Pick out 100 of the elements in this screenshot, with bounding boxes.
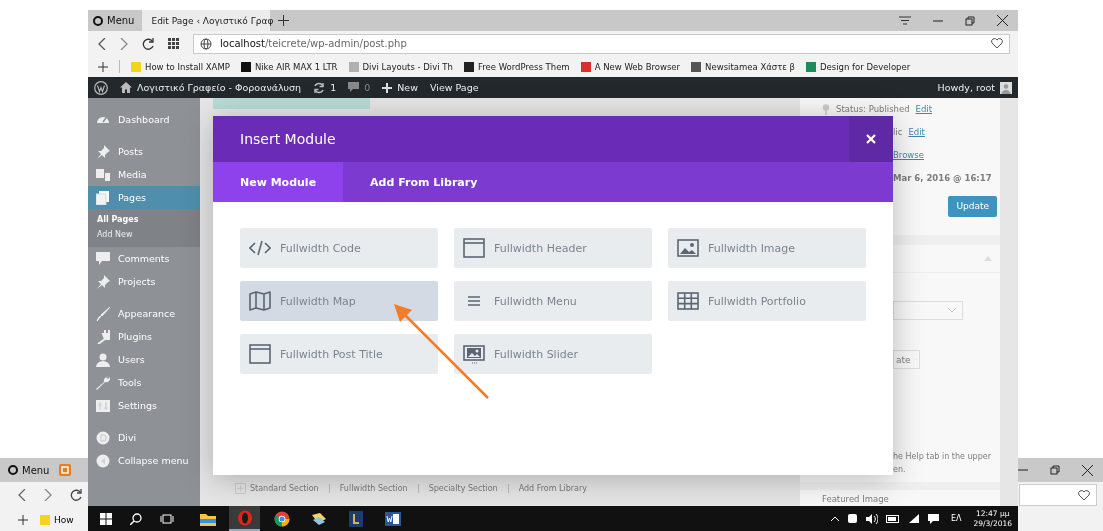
submenu-item[interactable]: Add New: [88, 227, 200, 242]
reload-icon[interactable]: [70, 489, 82, 501]
pushpin-icon: [96, 274, 110, 289]
tab-menu-icon[interactable]: [899, 16, 911, 25]
module-button[interactable]: Fullwidth Portfolio: [668, 281, 866, 321]
status-text: Status: Published: [836, 104, 910, 114]
sidebar-item[interactable]: Collapse menu: [88, 449, 200, 472]
chrome-icon: [273, 510, 290, 527]
submenu-item[interactable]: All Pages: [88, 212, 200, 227]
new-link[interactable]: New: [382, 82, 418, 93]
taskbar-app[interactable]: [229, 506, 260, 531]
bookmark[interactable]: Free WordPress Them: [463, 61, 570, 72]
bookmark[interactable]: Design for Developer: [806, 61, 911, 72]
bookmark[interactable]: Newsitamea Χάστε β: [691, 61, 796, 72]
dialog-tab[interactable]: New Module: [213, 162, 344, 202]
module-button[interactable]: Fullwidth Slider: [454, 334, 652, 374]
back-icon[interactable]: [98, 37, 106, 50]
account-link[interactable]: Howdy, root: [937, 81, 1012, 94]
close-button[interactable]: [849, 116, 893, 162]
game-icon: [347, 510, 364, 527]
bookmark[interactable]: How: [40, 514, 74, 525]
settings-icon: [96, 398, 110, 413]
module-button[interactable]: Fullwidth Code: [240, 228, 438, 268]
bookmark[interactable]: A New Web Browser: [580, 61, 681, 72]
url-text: localhost/teicrete/wp-admin/post.php: [220, 38, 407, 49]
edit-link[interactable]: Edit: [908, 126, 925, 137]
section-link[interactable]: Add From Library: [507, 484, 597, 493]
plus-icon[interactable]: [98, 61, 108, 72]
forward-icon[interactable]: [120, 37, 128, 50]
module-button[interactable]: Fullwidth Header: [454, 228, 652, 268]
wifi-icon[interactable]: [908, 513, 920, 524]
sidebar-item[interactable]: Pages: [88, 186, 200, 209]
section-link[interactable]: Fullwidth Section: [328, 484, 418, 493]
view-page-link[interactable]: View Page: [429, 82, 479, 93]
pages-icon: [96, 190, 110, 205]
restore-icon[interactable]: [965, 15, 975, 26]
dialog-tab[interactable]: Add From Library: [343, 162, 505, 202]
sidebar-item[interactable]: Settings: [88, 394, 200, 417]
bookmark[interactable]: How to Install XAMP: [131, 61, 230, 72]
sidebar-item[interactable]: Projects: [88, 270, 200, 293]
new-tab-icon[interactable]: [278, 15, 290, 26]
edit-link[interactable]: Edit: [915, 104, 933, 114]
updates-link[interactable]: 1: [313, 81, 337, 94]
back-icon[interactable]: [18, 489, 26, 501]
language-indicator[interactable]: ΕΛ: [947, 514, 966, 523]
reload-icon[interactable]: [142, 37, 154, 50]
sidebar-item[interactable]: Users: [88, 348, 200, 371]
sidebar-item[interactable]: Posts: [88, 140, 200, 163]
sidebar-item[interactable]: Comments: [88, 247, 200, 270]
task-view-icon[interactable]: [160, 513, 174, 524]
dialog-title: Insert Module: [239, 131, 336, 147]
code-icon: [249, 238, 271, 258]
browser-tab[interactable]: Edit Page ‹ Λογιστικό Γραφ: [142, 10, 271, 31]
template-dropdown[interactable]: ate: [893, 350, 920, 369]
sidebar-item[interactable]: Tools: [88, 371, 200, 394]
address-field[interactable]: [1019, 484, 1097, 506]
forward-icon[interactable]: [44, 489, 52, 501]
sidebar-item[interactable]: Media: [88, 163, 200, 186]
browse-link[interactable]: Browse: [893, 149, 924, 160]
restore-icon[interactable]: [1050, 465, 1060, 475]
update-button[interactable]: Update: [948, 195, 997, 217]
sidebar-item[interactable]: Dashboard: [88, 108, 200, 131]
speaker-icon[interactable]: [866, 513, 878, 524]
heart-icon[interactable]: [991, 38, 1003, 49]
media-icon: [96, 167, 110, 182]
battery-icon[interactable]: [886, 514, 900, 523]
section-link[interactable]: Standard Section: [250, 484, 329, 493]
search-icon[interactable]: [130, 512, 142, 525]
publish-date: Mar 6, 2016 @ 16:17: [893, 172, 992, 183]
menu-button[interactable]: Menu: [93, 15, 135, 26]
module-button[interactable]: Fullwidth Image: [668, 228, 866, 268]
close-icon[interactable]: [997, 15, 1008, 26]
bookmark[interactable]: Divi Layouts - Divi Th: [348, 61, 453, 72]
plus-icon[interactable]: [18, 514, 28, 525]
app-tray-icon[interactable]: [847, 513, 858, 524]
add-section-icon: [235, 483, 246, 494]
section-link[interactable]: Specialty Section: [417, 484, 508, 493]
heart-icon[interactable]: [1078, 489, 1090, 501]
bookmark[interactable]: Nike AIR MAX 1 LTR: [240, 61, 338, 72]
sidebar-item[interactable]: Divi: [88, 426, 200, 449]
module-button[interactable]: Fullwidth Menu: [454, 281, 652, 321]
module-button[interactable]: Fullwidth Post Title: [240, 334, 438, 374]
chevron-up-icon[interactable]: [831, 516, 839, 521]
notifications-icon[interactable]: [928, 513, 939, 524]
brush-icon: [96, 306, 110, 321]
window-icon: [249, 344, 271, 364]
sidebar-item[interactable]: Appearance: [88, 302, 200, 325]
plus-icon: [382, 82, 393, 93]
pin-icon: [822, 103, 830, 115]
module-button[interactable]: Fullwidth Map: [240, 281, 438, 321]
windows-start-icon[interactable]: [100, 512, 112, 525]
address-field[interactable]: localhost/teicrete/wp-admin/post.php: [193, 33, 1010, 54]
sidebar-item[interactable]: Plugins: [88, 325, 200, 348]
comments-link[interactable]: 0: [348, 82, 371, 93]
site-link[interactable]: Λογιστικό Γραφείο - Φοροανάλυση: [120, 82, 302, 93]
wordpress-logo-icon[interactable]: [94, 80, 108, 95]
menu-button[interactable]: Menu: [8, 464, 50, 476]
close-icon[interactable]: [1082, 464, 1093, 476]
opera-icon: [8, 465, 18, 475]
speed-dial-icon[interactable]: [168, 38, 179, 49]
